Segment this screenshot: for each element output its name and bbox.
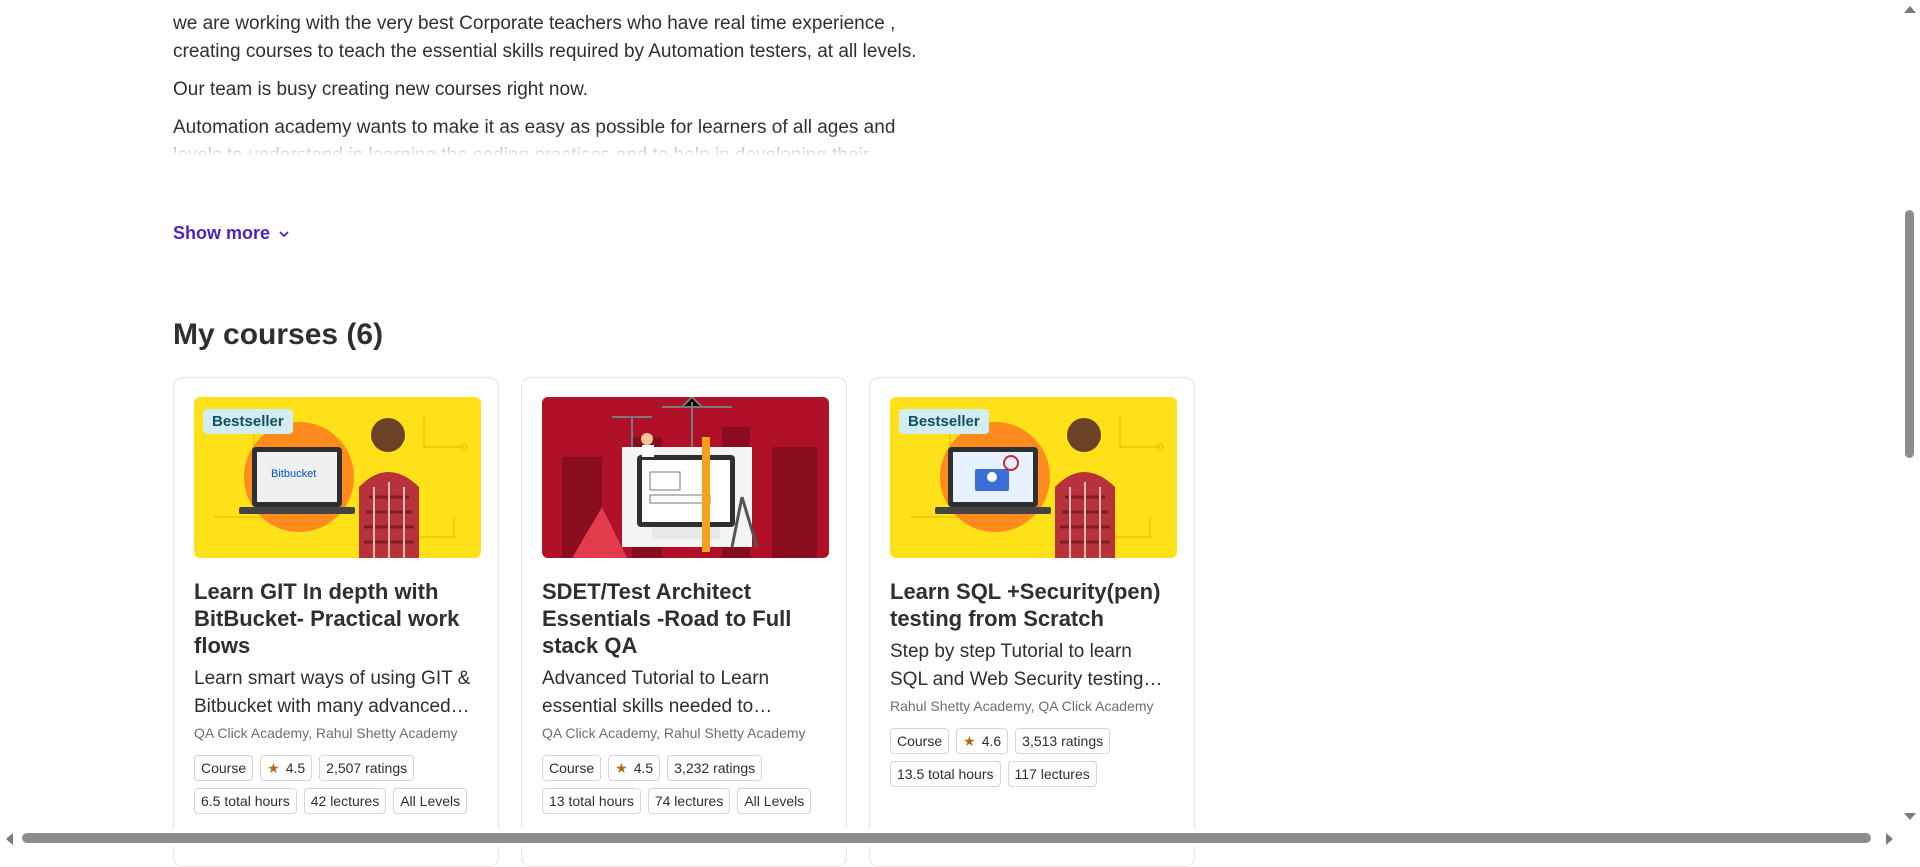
section-title: My courses (6) — [173, 318, 384, 351]
scroll-left-icon[interactable] — [6, 833, 13, 845]
course-meta: Course ★ 4.5 2,507 ratings 6.5 total hou… — [194, 755, 478, 814]
scrollbar-corner — [1899, 828, 1920, 847]
hours-tag: 6.5 total hours — [194, 788, 297, 814]
course-title[interactable]: SDET/Test Architect Essentials -Road to … — [542, 578, 826, 659]
vertical-scrollbar[interactable] — [1899, 0, 1920, 828]
course-thumbnail[interactable]: Bestseller Bitbucket — [194, 397, 481, 558]
hours-tag: 13.5 total hours — [890, 761, 1001, 787]
about-clipped: Automation academy wants to make it as e… — [173, 114, 933, 156]
course-meta: Course ★ 4.5 3,232 ratings 13 total hour… — [542, 755, 826, 814]
ratings-count-tag: 3,232 ratings — [667, 755, 763, 781]
course-meta: Course ★ 4.6 3,513 ratings 13.5 total ho… — [890, 728, 1174, 787]
course-type-tag: Course — [890, 728, 950, 754]
course-description: Step by step Tutorial to learn SQL and W… — [890, 641, 1144, 690]
about-paragraph: Our team is busy creating new courses ri… — [173, 79, 589, 100]
rating-value: 4.5 — [633, 760, 654, 776]
level-tag: All Levels — [737, 788, 812, 814]
horizontal-scroll-thumb[interactable] — [22, 833, 1871, 843]
course-thumbnail[interactable] — [542, 397, 829, 558]
hours-tag: 13 total hours — [542, 788, 641, 814]
course-title[interactable]: Learn SQL +Security(pen) testing from Sc… — [890, 578, 1174, 632]
bestseller-badge: Bestseller — [899, 409, 989, 434]
scroll-down-icon[interactable] — [1904, 813, 1916, 820]
rating-tag: ★ 4.6 — [956, 728, 1009, 754]
lectures-tag: 42 lectures — [303, 788, 387, 814]
course-authors: Rahul Shetty Academy, QA Click Academy — [890, 698, 1154, 714]
show-more-button[interactable]: Show more — [173, 223, 290, 244]
scroll-right-icon[interactable] — [1886, 833, 1893, 845]
course-thumbnail[interactable]: Bestseller — [890, 397, 1177, 558]
thumb-logo-text: Bitbucket — [271, 468, 317, 480]
about-paragraph: Automation academy wants to make it as e… — [173, 117, 896, 156]
course-type-tag: Course — [542, 755, 602, 781]
course-card[interactable]: Bestseller Bitbucket Learn GIT In depth … — [173, 377, 499, 867]
star-icon: ★ — [963, 733, 976, 749]
rating-value: 4.5 — [285, 760, 306, 776]
ratings-count-tag: 2,507 ratings — [319, 755, 415, 781]
star-icon: ★ — [615, 760, 628, 776]
vertical-scroll-thumb[interactable] — [1905, 210, 1914, 458]
course-title[interactable]: Learn GIT In depth with BitBucket- Pract… — [194, 578, 478, 659]
course-image — [542, 397, 829, 558]
rating-tag: ★ 4.5 — [608, 755, 661, 781]
instructor-about: we are working with the very best Corpor… — [173, 10, 933, 156]
rating-tag: ★ 4.5 — [260, 755, 313, 781]
course-type-tag: Course — [194, 755, 254, 781]
about-paragraph: we are working with the very best Corpor… — [173, 13, 917, 62]
star-icon: ★ — [267, 760, 280, 776]
chevron-down-icon — [279, 230, 289, 237]
course-description: Advanced Tutorial to Learn essential ski… — [542, 668, 770, 717]
course-authors: QA Click Academy, Rahul Shetty Academy — [194, 725, 458, 741]
ratings-count-tag: 3,513 ratings — [1015, 728, 1111, 754]
scroll-up-icon[interactable] — [1904, 6, 1916, 13]
lectures-tag: 74 lectures — [647, 788, 731, 814]
course-card[interactable]: SDET/Test Architect Essentials -Road to … — [521, 377, 847, 867]
course-authors: QA Click Academy, Rahul Shetty Academy — [542, 725, 806, 741]
bestseller-badge: Bestseller — [203, 409, 293, 434]
show-more-label: Show more — [173, 223, 271, 243]
horizontal-scrollbar[interactable] — [0, 828, 1899, 847]
course-card[interactable]: Bestseller Learn SQL +Security(pen) test… — [869, 377, 1195, 867]
level-tag: All Levels — [393, 788, 468, 814]
course-description: Learn smart ways of using GIT & Bitbucke… — [194, 668, 471, 717]
rating-value: 4.6 — [981, 733, 1002, 749]
lectures-tag: 117 lectures — [1007, 761, 1097, 787]
course-list: Bestseller Bitbucket Learn GIT In depth … — [173, 377, 1195, 867]
